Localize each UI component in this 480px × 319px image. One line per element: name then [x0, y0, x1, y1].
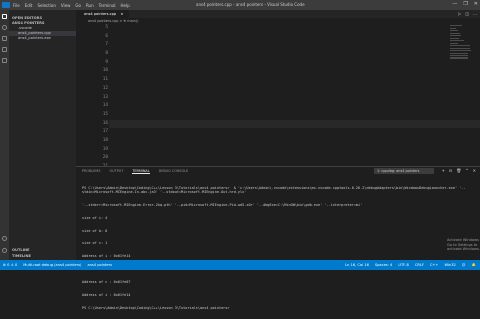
window-title: ans4 pointers.cpp - ans4 pointers - Visu…	[196, 2, 305, 7]
outline-section[interactable]: OUTLINE	[9, 248, 79, 253]
line-number: 18	[102, 137, 108, 143]
window-controls: — ❐ ✕	[452, 1, 478, 7]
terminal-prompt: PS C:\Users\Admin\Desktop\Coding\C++\Les…	[82, 305, 232, 310]
line-number: 20	[102, 155, 108, 161]
editor-actions: ▷ ◫ …	[458, 11, 477, 16]
code-editor[interactable]: 5 6 7 8 9 10 11 12 13 14 15 16 17 18 19 …	[76, 24, 480, 166]
line-number: 9	[105, 59, 108, 65]
line-ending[interactable]: CRLF	[415, 260, 424, 270]
account-icon[interactable]	[2, 236, 7, 241]
minimap[interactable]	[450, 24, 474, 84]
split-editor-icon[interactable]: ◫	[465, 11, 469, 16]
trash-icon[interactable]: 🗑	[456, 168, 461, 173]
debug-config[interactable]: Multi-root debug (ans4 pointers)	[23, 260, 81, 270]
line-number: 13	[102, 94, 108, 100]
terminal-line: '--stderr=Microsoft-MIEngine-Error-2kq.p…	[82, 202, 363, 207]
platform[interactable]: Win32	[444, 260, 455, 270]
line-number: 19	[102, 146, 108, 152]
file-item-exe[interactable]: ans4_pointers.exe	[9, 36, 76, 41]
panel-tabs: PROBLEMS OUTPUT TERMINAL DEBUG CONSOLE	[82, 169, 188, 174]
status-bar: ⊗ 0 ⚠ 0 Multi-root debug (ans4 pointers)…	[0, 260, 480, 270]
tab-close-icon[interactable]: ×	[120, 12, 123, 16]
line-number: 12	[102, 85, 108, 91]
editor-tab-bar: ans4 pointers.cpp × ▷ ◫ …	[76, 10, 480, 18]
menu-edit[interactable]: Edit	[25, 3, 33, 8]
new-terminal-icon[interactable]: +	[441, 168, 444, 173]
terminal-line: Address of c : 0x61fe07	[82, 280, 131, 285]
tab-debug-console[interactable]: DEBUG CONSOLE	[159, 169, 189, 174]
line-number: 10	[102, 68, 108, 74]
language-mode[interactable]: C++	[430, 260, 439, 270]
line-number: 6	[105, 33, 108, 39]
terminal-shell-select[interactable]: 1: cppdbg: ans4 pointers	[374, 168, 434, 174]
terminal-output[interactable]: PS C:\Users\Admin\Desktop\Coding\C++\Les…	[82, 177, 474, 319]
current-line-highlight	[109, 119, 480, 129]
timeline-section[interactable]: TIMELINE	[9, 254, 79, 259]
line-number: 16	[102, 120, 108, 126]
encoding[interactable]: UTF-8	[398, 260, 408, 270]
menu-selection[interactable]: Selection	[37, 3, 55, 8]
maximize-panel-icon[interactable]: ^	[465, 168, 468, 173]
tab-ans4-pointers[interactable]: ans4 pointers.cpp ×	[76, 10, 129, 18]
vscode-logo-icon	[2, 2, 10, 8]
line-number: 14	[102, 103, 108, 109]
line-number: 5	[105, 25, 108, 30]
indentation[interactable]: Spaces: 4	[375, 260, 392, 270]
line-number-gutter: 5 6 7 8 9 10 11 12 13 14 15 16 17 18 19 …	[76, 24, 108, 166]
close-panel-icon[interactable]: ✕	[473, 168, 476, 173]
line-number: 15	[102, 111, 108, 117]
title-bar: File Edit Selection View Go Run Terminal…	[0, 0, 480, 10]
workspace-name[interactable]: ans4 pointers	[87, 260, 112, 270]
tab-problems[interactable]: PROBLEMS	[82, 169, 101, 174]
line-number: 17	[102, 129, 108, 135]
minimize-button[interactable]: —	[452, 1, 457, 7]
tab-terminal[interactable]: TERMINAL	[132, 169, 150, 174]
terminal-line: Address of i : 0x61fe14	[82, 293, 131, 298]
tab-label: ans4 pointers.cpp	[84, 12, 117, 16]
source-control-icon[interactable]	[2, 36, 7, 41]
menu-terminal[interactable]: Terminal	[99, 3, 116, 8]
run-code-icon[interactable]: ▷	[458, 11, 461, 16]
terminal-line: PS C:\Users\Admin\Desktop\Coding\C++\Les…	[82, 185, 466, 194]
terminal-line: size of i: 4	[82, 215, 108, 220]
menu-go[interactable]: Go	[75, 3, 81, 8]
close-window-button[interactable]: ✕	[474, 1, 478, 7]
menu-bar: File Edit Selection View Go Run Terminal…	[13, 3, 130, 8]
activate-windows-watermark: Activate Windows Go to Settings to activ…	[447, 238, 480, 252]
maximize-button[interactable]: ❐	[463, 1, 467, 7]
search-icon[interactable]	[2, 25, 7, 30]
explorer-sidebar: OPEN EDITORS ANS4 POINTERS .vscode ans4_…	[9, 10, 76, 260]
terminal-line: Address of i : 0x61fe14	[82, 254, 131, 259]
more-actions-icon[interactable]: …	[473, 11, 477, 16]
status-left: ⊗ 0 ⚠ 0 Multi-root debug (ans4 pointers)…	[3, 260, 112, 270]
feedback-icon[interactable]: ☺	[462, 260, 466, 270]
gear-icon[interactable]	[2, 248, 7, 253]
tab-output[interactable]: OUTPUT	[110, 169, 124, 174]
run-debug-icon[interactable]	[2, 47, 7, 52]
watermark-subtitle: Go to Settings to activate Windows.	[447, 242, 480, 252]
split-terminal-icon[interactable]: ⊟	[449, 168, 452, 173]
menu-help[interactable]: Help	[121, 3, 130, 8]
explorer-icon[interactable]	[2, 14, 7, 19]
terminal-line: size of c: 1	[82, 241, 108, 246]
menu-file[interactable]: File	[13, 3, 20, 8]
panel-actions: + ⊟ 🗑 ^ ✕	[441, 168, 476, 173]
bottom-panel: PROBLEMS OUTPUT TERMINAL DEBUG CONSOLE 1…	[76, 166, 480, 310]
watermark-title: Activate Windows	[447, 238, 479, 242]
notifications-icon[interactable]: 🔔	[472, 260, 476, 270]
problems-count[interactable]: ⊗ 0 ⚠ 0	[3, 260, 17, 270]
menu-view[interactable]: View	[61, 3, 71, 8]
line-number: 8	[105, 51, 108, 57]
terminal-line: size of b: 8	[82, 228, 108, 233]
menu-run[interactable]: Run	[86, 3, 94, 8]
extensions-icon[interactable]	[2, 58, 7, 63]
status-right: Ln 16, Col 16 Spaces: 4 UTF-8 CRLF C++ W…	[345, 260, 476, 270]
line-number: 7	[105, 42, 108, 48]
line-number: 11	[102, 77, 108, 83]
activity-bar	[0, 10, 9, 260]
cursor-position[interactable]: Ln 16, Col 16	[345, 260, 369, 270]
